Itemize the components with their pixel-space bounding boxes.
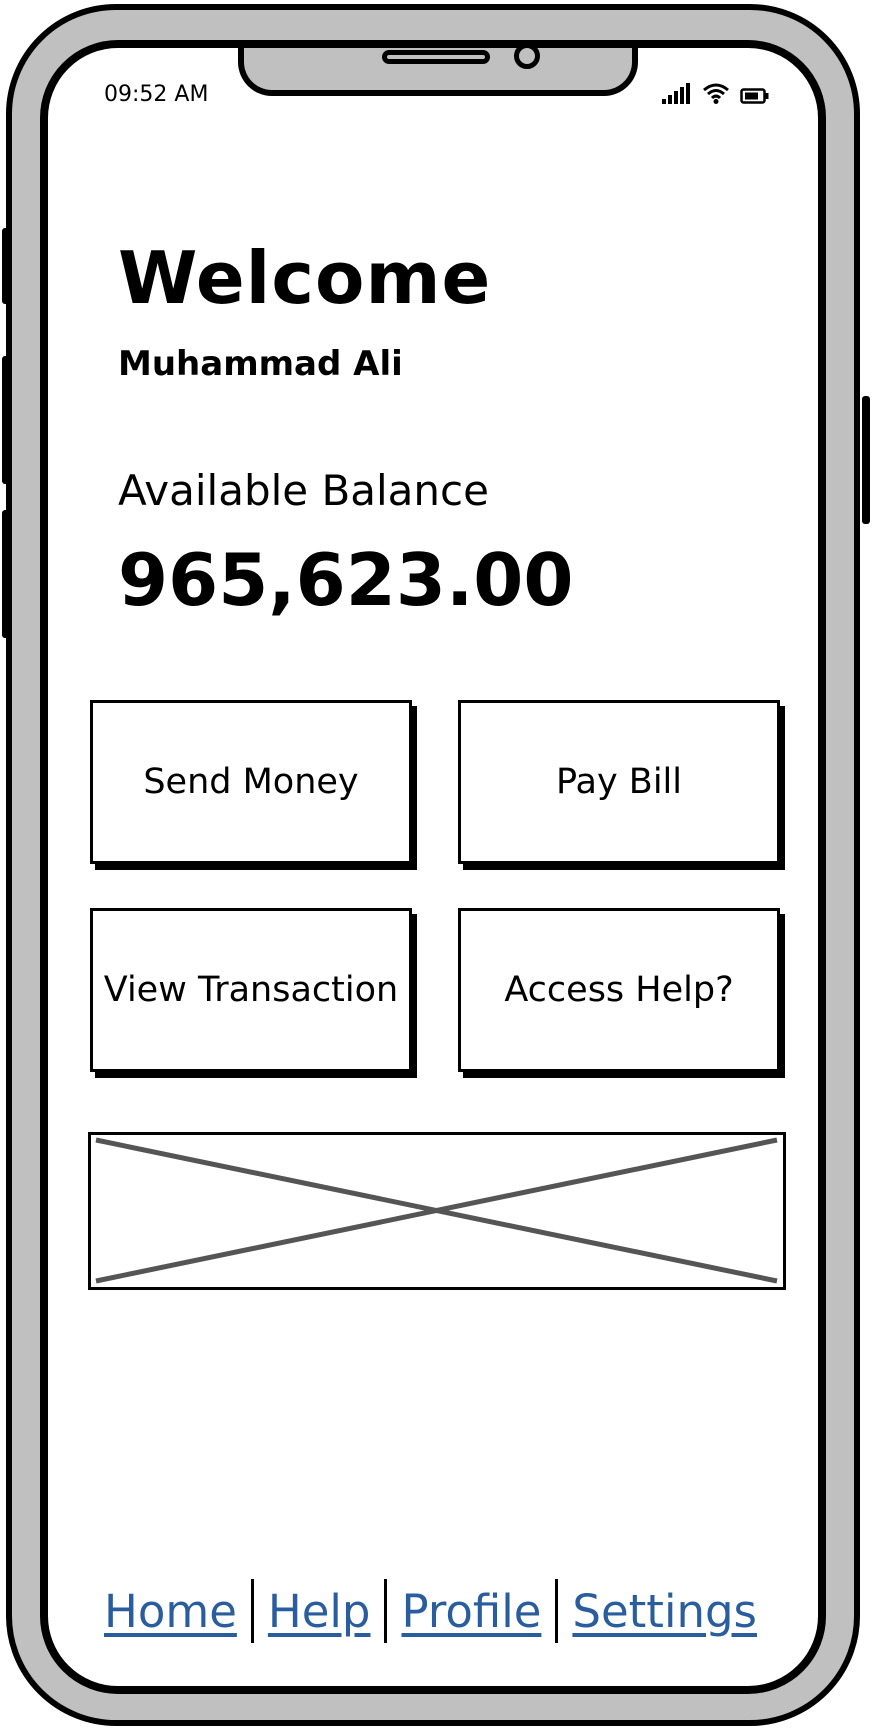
nav-help-link[interactable]: Help: [268, 1585, 371, 1638]
bottom-nav: Home Help Profile Settings: [104, 1576, 784, 1646]
welcome-title: Welcome: [118, 236, 492, 320]
send-money-button[interactable]: Send Money: [90, 700, 412, 864]
nav-separator: [555, 1579, 559, 1643]
notch: [238, 48, 638, 96]
battery-icon: [740, 88, 770, 108]
nav-separator: [250, 1579, 254, 1643]
image-placeholder: [88, 1132, 786, 1290]
view-transaction-button[interactable]: View Transaction: [90, 908, 412, 1072]
status-icons: [662, 82, 770, 108]
signal-icon: [662, 82, 692, 108]
user-name: Muhammad Ali: [118, 344, 403, 384]
nav-profile-link[interactable]: Profile: [401, 1585, 541, 1638]
nav-separator: [384, 1579, 388, 1643]
status-time: 09:52 AM: [104, 82, 209, 107]
wifi-icon: [702, 82, 730, 108]
nav-home-link[interactable]: Home: [104, 1585, 237, 1638]
phone-screen: 09:52 AM Welcome Muhammad Ali Available …: [40, 40, 826, 1694]
access-help-button[interactable]: Access Help?: [458, 908, 780, 1072]
nav-settings-link[interactable]: Settings: [572, 1585, 757, 1638]
pay-bill-button[interactable]: Pay Bill: [458, 700, 780, 864]
side-button-left-middle: [2, 356, 10, 484]
side-button-right: [862, 396, 870, 524]
speaker-grille: [382, 50, 490, 64]
placeholder-cross-icon: [95, 1137, 778, 1284]
side-button-left-top: [2, 228, 10, 304]
balance-label: Available Balance: [118, 466, 489, 515]
balance-value: 965,623.00: [118, 538, 574, 622]
camera-icon: [514, 48, 540, 69]
side-button-left-bottom: [2, 510, 10, 638]
